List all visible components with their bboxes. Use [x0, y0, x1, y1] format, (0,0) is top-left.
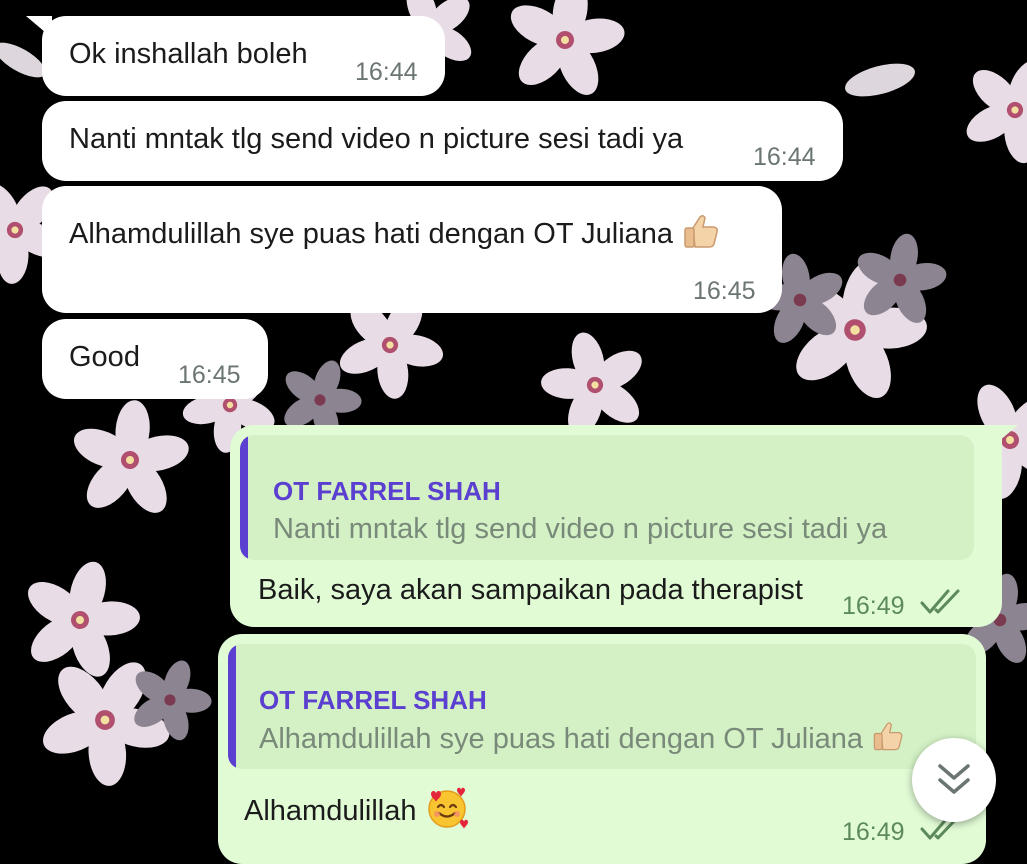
quote-accent-bar — [228, 644, 236, 769]
message-time: 16:44 — [355, 58, 418, 86]
message-text: Alhamdulillah — [244, 786, 469, 839]
quoted-message[interactable]: OT FARREL SHAH Nanti mntak tlg send vide… — [240, 435, 974, 560]
incoming-message[interactable]: Alhamdulillah sye puas hati dengan OT Ju… — [42, 186, 782, 313]
thumbs-up-icon — [871, 719, 905, 762]
quoted-sender-name: OT FARREL SHAH — [273, 476, 501, 506]
message-text: Ok inshallah boleh — [69, 38, 308, 70]
quoted-message[interactable]: OT FARREL SHAH Alhamdulillah sye puas ha… — [228, 644, 976, 769]
message-text-content: Alhamdulillah sye puas hati dengan OT Ju… — [69, 218, 674, 251]
quoted-text: Alhamdulillah sye puas hati dengan OT Ju… — [259, 719, 905, 762]
smiling-face-with-hearts-icon — [425, 786, 469, 839]
message-time: 16:45 — [178, 361, 241, 389]
quote-accent-bar — [240, 435, 248, 560]
thumbs-up-icon — [681, 211, 721, 260]
scroll-to-bottom-button[interactable] — [912, 738, 996, 822]
message-text: Baik, saya akan sampaikan pada therapist — [258, 574, 803, 606]
incoming-message[interactable]: Nanti mntak tlg send video n picture ses… — [42, 101, 843, 181]
message-text: Good — [69, 341, 140, 373]
double-chevron-down-icon — [934, 762, 974, 803]
message-time: 16:44 — [753, 143, 816, 171]
quoted-text: Nanti mntak tlg send video n picture ses… — [273, 513, 888, 545]
message-time: 16:49 — [842, 592, 905, 620]
outgoing-reply-message[interactable]: OT FARREL SHAH Alhamdulillah sye puas ha… — [218, 634, 986, 864]
quoted-text-content: Alhamdulillah sye puas hati dengan OT Ju… — [259, 723, 864, 756]
incoming-message[interactable]: Ok inshallah boleh 16:44 — [26, 16, 445, 96]
outgoing-reply-message[interactable]: OT FARREL SHAH Nanti mntak tlg send vide… — [230, 425, 1018, 627]
double-check-icon — [920, 588, 962, 625]
incoming-message[interactable]: Good 16:45 — [42, 319, 268, 399]
message-text-content: Alhamdulillah — [244, 795, 417, 828]
message-time: 16:45 — [693, 277, 756, 305]
message-time: 16:49 — [842, 818, 905, 846]
chat-messages[interactable]: Ok inshallah boleh 16:44 Nanti mntak tlg… — [0, 0, 1027, 864]
message-text: Alhamdulillah sye puas hati dengan OT Ju… — [69, 211, 721, 260]
message-text: Nanti mntak tlg send video n picture ses… — [69, 123, 684, 155]
quoted-sender-name: OT FARREL SHAH — [259, 685, 487, 715]
